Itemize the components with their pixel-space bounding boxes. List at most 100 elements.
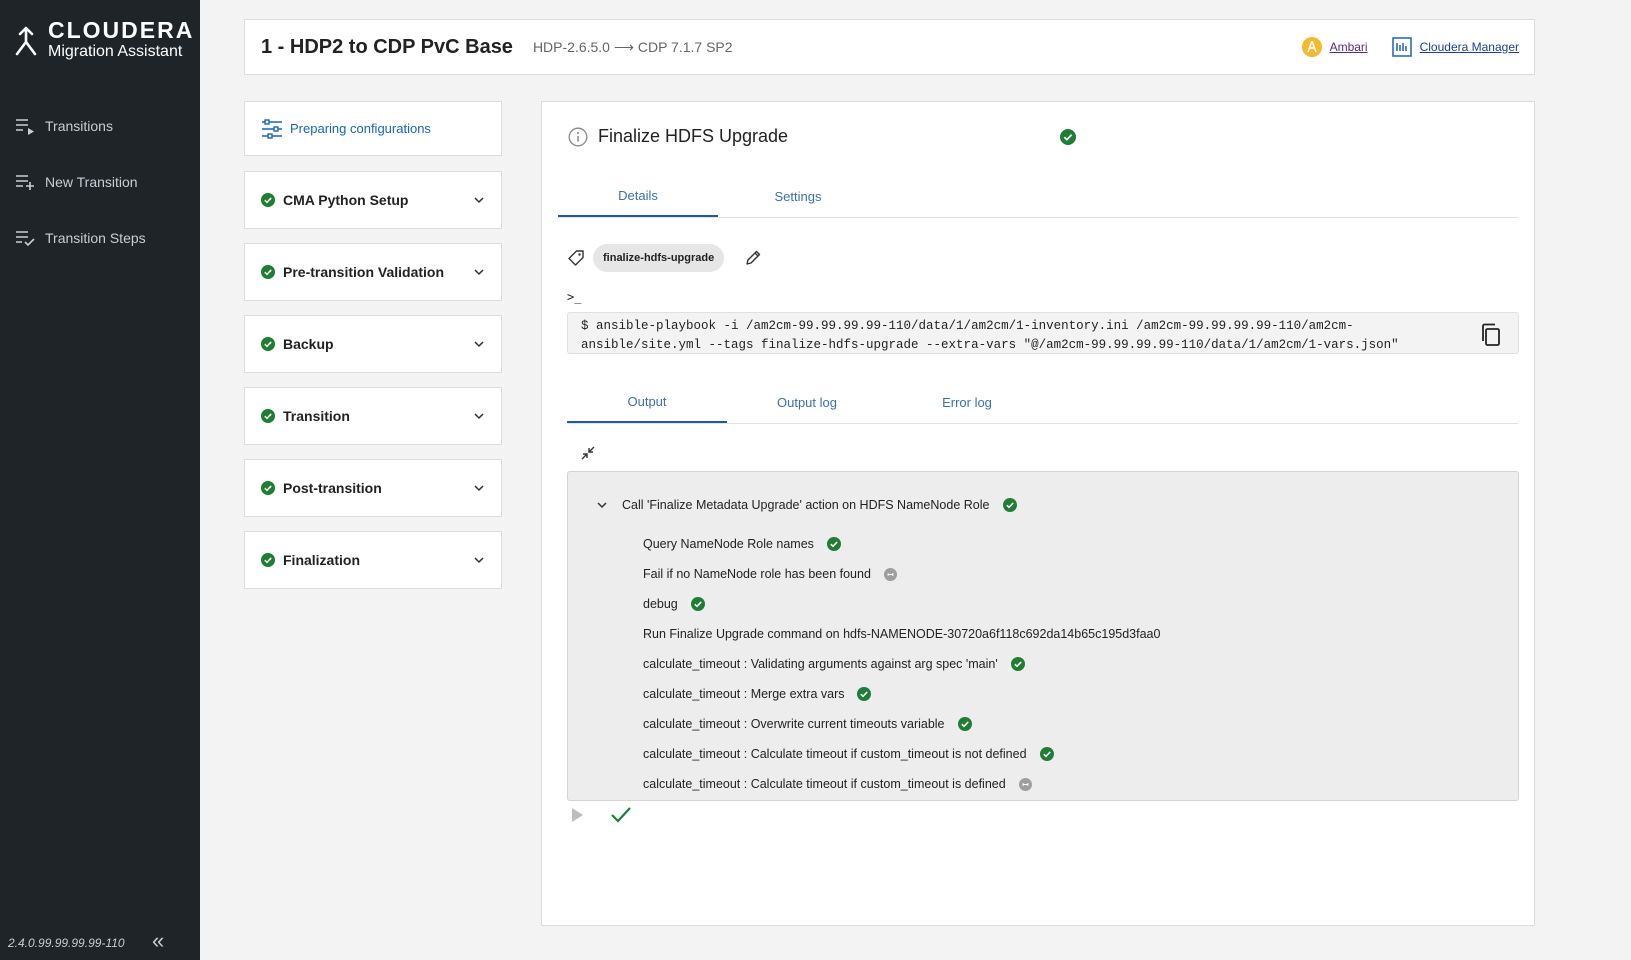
- check-circle-icon: [690, 597, 705, 611]
- step-label: Backup: [283, 336, 334, 352]
- panel-header: Finalize HDFS Upgrade: [568, 126, 1068, 147]
- task-label: Fail if no NameNode role has been found: [643, 567, 871, 581]
- check-circle-icon: [1060, 129, 1076, 145]
- check-circle-icon: [261, 481, 275, 495]
- check-circle-icon: [1010, 657, 1025, 671]
- sidebar-item-label: New Transition: [45, 174, 138, 190]
- sidebar: CLOUDERA Migration Assistant Transitions…: [0, 0, 200, 960]
- output-group-title: Call 'Finalize Metadata Upgrade' action …: [622, 498, 990, 512]
- tab-output-log[interactable]: Output log: [727, 381, 887, 423]
- brand[interactable]: CLOUDERA Migration Assistant: [14, 18, 194, 62]
- transition-header: 1 - HDP2 to CDP PvC Base HDP-2.6.5.0 ⟶ C…: [244, 19, 1535, 75]
- sliders-icon: [262, 118, 282, 139]
- collapse-sidebar-icon[interactable]: «: [152, 928, 164, 954]
- chevron-down-icon: [474, 557, 484, 564]
- tab-details[interactable]: Details: [558, 175, 718, 217]
- collapse-icon[interactable]: [580, 445, 596, 461]
- version-to: CDP 7.1.7 SP2: [637, 38, 733, 55]
- chevron-down-icon[interactable]: [596, 501, 608, 509]
- step-cma-python-setup[interactable]: CMA Python Setup: [244, 171, 502, 229]
- list-check-icon: [16, 231, 35, 247]
- chevron-down-icon: [474, 341, 484, 348]
- preparing-configurations-button[interactable]: Preparing configurations: [244, 101, 502, 156]
- step-label: Pre-transition Validation: [283, 264, 445, 280]
- list-item: Fail if no NameNode role has been found: [643, 559, 1160, 589]
- chevron-down-icon: [474, 485, 484, 492]
- check-circle-icon: [826, 537, 841, 551]
- panel-title: Finalize HDFS Upgrade: [598, 126, 789, 146]
- tab-output[interactable]: Output: [567, 381, 727, 423]
- list-item: calculate_timeout : Calculate timeout if…: [643, 769, 1160, 799]
- play-icon[interactable]: [570, 807, 584, 823]
- list-item: calculate_timeout : Calculate timeout if…: [643, 739, 1160, 769]
- sidebar-item-new-transition[interactable]: New Transition: [0, 154, 200, 210]
- check-circle-icon: [261, 409, 275, 423]
- terminal-icon: >_: [567, 290, 582, 304]
- task-label: calculate_timeout : Calculate timeout if…: [643, 777, 1006, 791]
- version-path: HDP-2.6.5.0 ⟶ CDP 7.1.7 SP2: [533, 39, 733, 56]
- step-label: Transition: [283, 408, 350, 424]
- chevron-down-icon: [474, 269, 484, 276]
- step-detail-panel: Finalize HDFS Upgrade Details Settings f…: [541, 101, 1535, 926]
- task-label: calculate_timeout : Validating arguments…: [643, 657, 998, 671]
- skipped-icon: [1018, 777, 1032, 791]
- sidebar-item-label: Transitions: [45, 118, 113, 134]
- check-circle-icon: [1003, 498, 1018, 512]
- list-item: calculate_timeout : Merge extra vars: [643, 679, 1160, 709]
- command-line: ansible/site.yml --tags finalize-hdfs-up…: [581, 338, 1399, 352]
- check-circle-icon: [261, 553, 275, 567]
- check-circle-icon: [261, 337, 275, 351]
- step-label: Finalization: [283, 552, 360, 568]
- pencil-icon[interactable]: [744, 249, 762, 267]
- tag-row: finalize-hdfs-upgrade: [567, 244, 762, 272]
- task-label: calculate_timeout : Calculate timeout if…: [643, 747, 1027, 761]
- chevron-down-icon: [474, 197, 484, 204]
- step-post-transition[interactable]: Post-transition: [244, 459, 502, 517]
- brand-subtitle: Migration Assistant: [48, 43, 183, 60]
- step-backup[interactable]: Backup: [244, 315, 502, 373]
- check-circle-icon: [957, 717, 972, 731]
- sidebar-nav: Transitions New Transition Transition St…: [0, 98, 200, 266]
- tab-error-log[interactable]: Error log: [887, 381, 1047, 423]
- output-tabs: Output Output log Error log: [567, 381, 1518, 424]
- ambari-link[interactable]: Ambari: [1330, 40, 1368, 54]
- check-circle-icon: [261, 193, 275, 207]
- list-add-icon: [16, 175, 34, 190]
- list-item: debug: [643, 589, 1160, 619]
- list-arrow-icon: [16, 119, 34, 135]
- cloudera-manager-link[interactable]: Cloudera Manager: [1420, 40, 1519, 54]
- check-circle-icon: [1039, 747, 1054, 761]
- check-icon: [611, 807, 631, 823]
- preparing-configurations-label: Preparing configurations: [290, 121, 431, 136]
- task-label: debug: [643, 597, 678, 611]
- output-box: Call 'Finalize Metadata Upgrade' action …: [567, 471, 1519, 801]
- header-links: Ambari Cloudera Manager: [1301, 37, 1534, 57]
- task-label: calculate_timeout : Overwrite current ti…: [643, 717, 945, 731]
- list-item: calculate_timeout : Validating arguments…: [643, 649, 1160, 679]
- check-circle-icon: [261, 265, 275, 279]
- chevron-down-icon: [474, 413, 484, 420]
- tab-settings[interactable]: Settings: [718, 175, 878, 217]
- app-version: 2.4.0.99.99.99.99-110: [8, 936, 125, 950]
- info-icon[interactable]: [568, 127, 588, 147]
- arrow-right-icon: ⟶: [613, 38, 634, 55]
- sidebar-item-label: Transition Steps: [45, 230, 146, 246]
- list-item: Query NameNode Role names: [643, 529, 1160, 559]
- copy-icon[interactable]: [1480, 323, 1502, 347]
- detail-tabs: Details Settings: [558, 175, 1518, 218]
- step-finalization[interactable]: Finalization: [244, 531, 502, 589]
- sidebar-item-transitions[interactable]: Transitions: [0, 98, 200, 154]
- step-pre-transition-validation[interactable]: Pre-transition Validation: [244, 243, 502, 301]
- page-title: 1 - HDP2 to CDP PvC Base: [261, 35, 513, 58]
- cloudera-manager-icon: [1391, 37, 1412, 57]
- check-circle-icon: [857, 687, 872, 701]
- list-item: calculate_timeout : Overwrite current ti…: [643, 709, 1160, 739]
- sidebar-item-transition-steps[interactable]: Transition Steps: [0, 210, 200, 266]
- version-from: HDP-2.6.5.0: [532, 38, 610, 55]
- task-label: Run Finalize Upgrade command on hdfs-NAM…: [643, 627, 1161, 641]
- output-group-header[interactable]: Call 'Finalize Metadata Upgrade' action …: [596, 498, 1025, 512]
- tag-icon: [568, 250, 584, 266]
- steps-list: Preparing configurations CMA Python Setu…: [244, 101, 502, 603]
- cloudera-logo-icon: [15, 26, 37, 56]
- step-transition[interactable]: Transition: [244, 387, 502, 445]
